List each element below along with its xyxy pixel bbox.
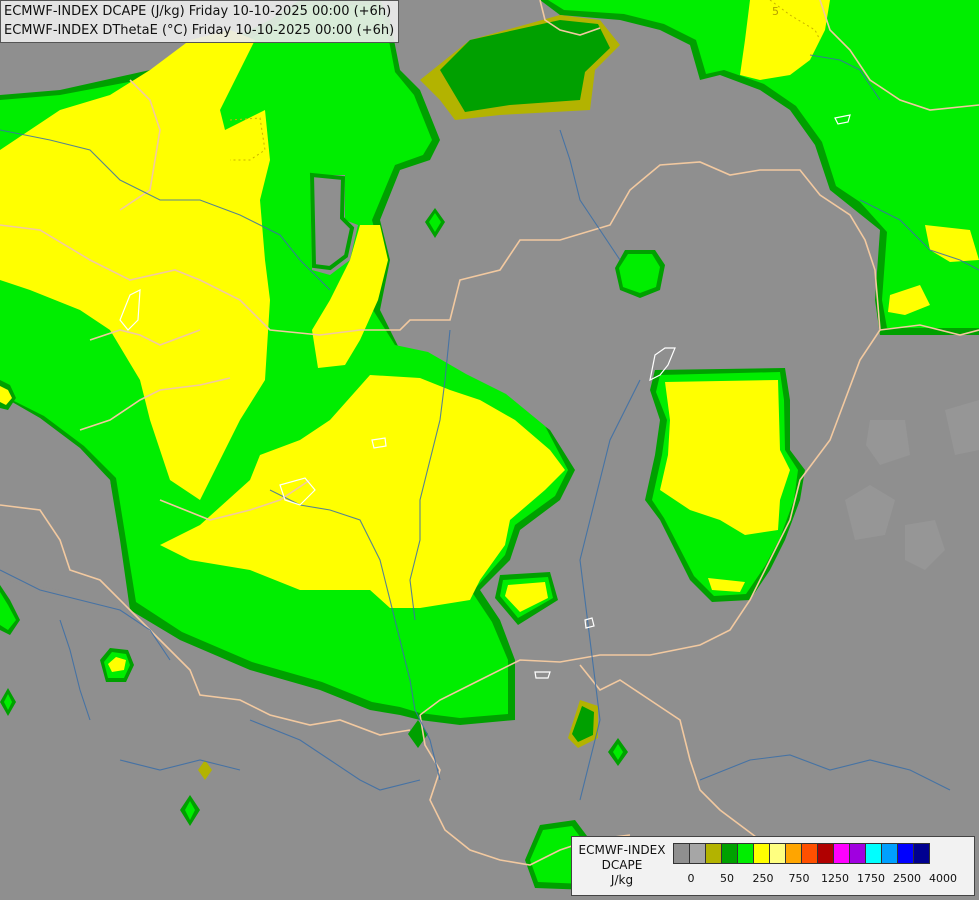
legend-tick-label: 50	[720, 872, 734, 885]
legend-tick-label: 4000	[929, 872, 957, 885]
dcape-map: 5	[0, 0, 979, 900]
title-line-dthetae: ECMWF-INDEX DThetaE (°C) Friday 10-10-20…	[4, 23, 395, 38]
legend-tick-label: 0	[687, 872, 695, 885]
color-legend: ECMWF-INDEX DCAPE J/kg 0 50 250 750 1250 1750…	[571, 836, 975, 896]
legend-unit: J/kg	[610, 873, 634, 887]
legend-swatch	[721, 843, 738, 864]
legend-swatch	[785, 843, 802, 864]
contour-label: 5	[772, 5, 779, 18]
map-title: ECMWF-INDEX DCAPE (J/kg) Friday 10-10-20…	[0, 0, 400, 43]
legend-tick-label: 250	[752, 872, 774, 885]
legend-swatch	[897, 843, 914, 864]
legend-title: ECMWF-INDEX DCAPE J/kg	[574, 843, 670, 888]
title-line-dcape: ECMWF-INDEX DCAPE (J/kg) Friday 10-10-20…	[4, 4, 392, 19]
legend-swatch	[881, 843, 898, 864]
legend-swatch	[769, 843, 786, 864]
legend-tick-label: 1750	[857, 872, 885, 885]
legend-swatch	[849, 843, 866, 864]
legend-swatch	[753, 843, 770, 864]
legend-swatch	[737, 843, 754, 864]
legend-swatch	[817, 843, 834, 864]
legend-swatches	[673, 843, 930, 865]
legend-source: ECMWF-INDEX	[578, 843, 666, 857]
legend-ticks: 0 50 250 750 1250 1750 2500 4000	[673, 872, 973, 888]
legend-swatch	[673, 843, 690, 864]
legend-tick-label: 1250	[821, 872, 849, 885]
legend-swatch	[705, 843, 722, 864]
legend-parameter: DCAPE	[601, 858, 643, 872]
legend-swatch	[833, 843, 850, 864]
legend-swatch	[913, 843, 930, 864]
legend-swatch	[689, 843, 706, 864]
legend-tick-label: 750	[788, 872, 810, 885]
legend-swatch	[865, 843, 882, 864]
legend-tick-label: 2500	[893, 872, 921, 885]
legend-swatch	[801, 843, 818, 864]
